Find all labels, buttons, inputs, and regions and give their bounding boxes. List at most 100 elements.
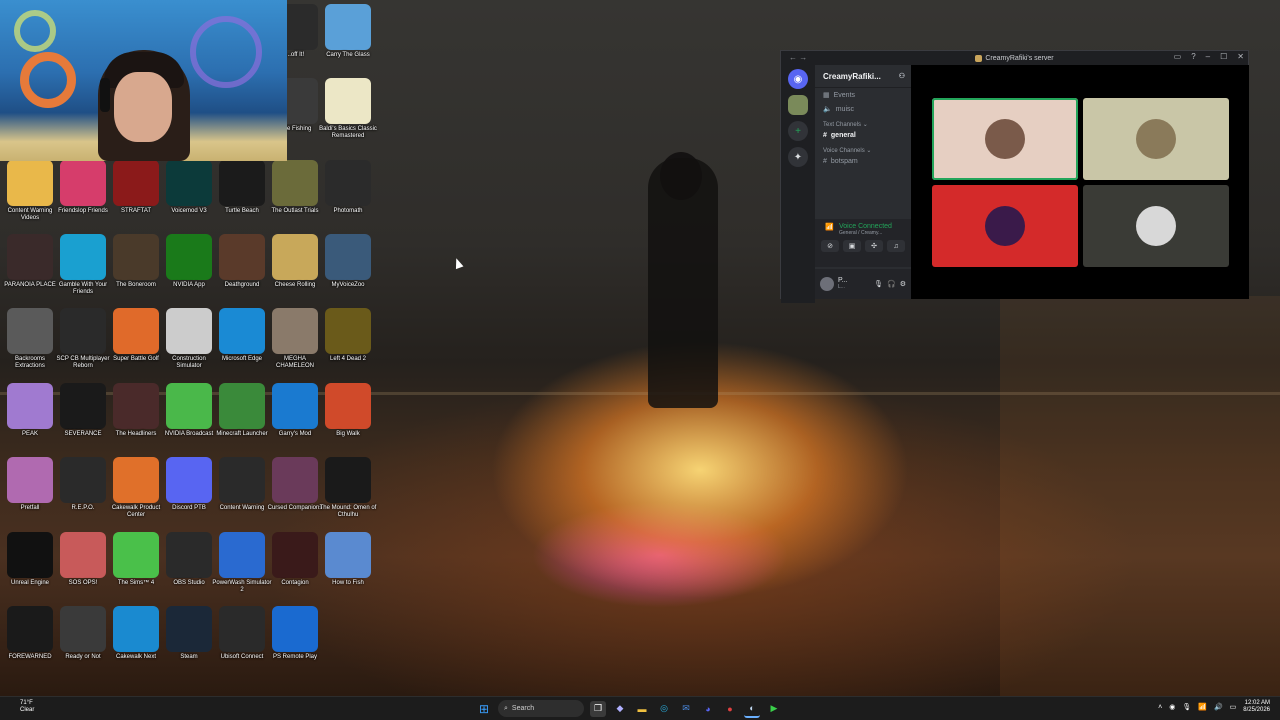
desktop-icon[interactable]: SCP CB Multiplayer Reborn bbox=[57, 308, 109, 370]
windows-start-icon[interactable]: ⊞ bbox=[476, 701, 492, 717]
desktop-icon[interactable]: Content Warning Videos bbox=[4, 160, 56, 222]
settings-gear-icon[interactable]: ⚙ bbox=[900, 280, 906, 288]
discord-window[interactable]: ← → CreamyRafiki's server ▭ ? – ☐ ✕ ◉ + … bbox=[780, 50, 1249, 303]
participant-tile[interactable] bbox=[1083, 98, 1229, 180]
desktop-icon[interactable]: Cakewalk Product Center bbox=[110, 457, 162, 519]
nvidia-taskbar-icon[interactable]: ▶ bbox=[766, 701, 782, 717]
desktop-icon[interactable]: Cursed Companions bbox=[268, 457, 322, 512]
invite-icon[interactable]: ⚇ bbox=[899, 72, 905, 80]
back-forward-icon[interactable]: ← → bbox=[789, 53, 807, 62]
channel-events[interactable]: ▦ Events bbox=[815, 88, 911, 102]
desktop-icon[interactable]: MyVoiceZoo bbox=[322, 234, 374, 289]
wifi-icon[interactable]: 📶 bbox=[1198, 703, 1207, 711]
desktop-icon[interactable]: Carry The Glass bbox=[322, 4, 374, 59]
microphone-icon[interactable]: 🎙 bbox=[1182, 703, 1191, 711]
desktop-icon[interactable]: The Sims™ 4 bbox=[110, 532, 162, 587]
desktop-icon[interactable]: The Mound: Omen of Cthulhu bbox=[320, 457, 376, 519]
maximize-button[interactable]: ☐ bbox=[1220, 52, 1227, 61]
desktop-icon[interactable]: Cakewalk Next bbox=[110, 606, 162, 661]
participant-tile[interactable] bbox=[932, 185, 1078, 267]
add-server-icon[interactable]: + bbox=[788, 121, 808, 141]
microphone-icon[interactable]: 🎙 bbox=[874, 280, 883, 288]
desktop-icon[interactable]: Ready or Not bbox=[57, 606, 109, 661]
desktop-icon[interactable]: The Outlast Trials bbox=[269, 160, 321, 215]
help-icon[interactable]: ? bbox=[1191, 52, 1195, 61]
channel-general[interactable]: # general bbox=[815, 129, 911, 142]
desktop-icon[interactable]: NVIDIA App bbox=[163, 234, 215, 289]
desktop-icon[interactable]: The Boneroom bbox=[110, 234, 162, 289]
desktop-icon[interactable]: Ubisoft Connect bbox=[216, 606, 268, 661]
minimize-button[interactable]: – bbox=[1206, 52, 1210, 61]
discord-taskbar-icon[interactable]: ◕ bbox=[700, 701, 716, 717]
desktop-icon[interactable]: Turtle Beach bbox=[216, 160, 268, 215]
desktop-icon[interactable]: PowerWash Simulator 2 bbox=[212, 532, 272, 594]
category-voice-channels[interactable]: Voice Channels ⌄ bbox=[815, 142, 911, 155]
desktop-icon[interactable]: SOS OPS! bbox=[57, 532, 109, 587]
search-input[interactable]: ⌕ Search bbox=[498, 700, 584, 717]
close-button[interactable]: ✕ bbox=[1237, 52, 1244, 61]
desktop-icon[interactable]: Pretfall bbox=[4, 457, 56, 512]
mail-taskbar-icon[interactable]: ✉ bbox=[678, 701, 694, 717]
desktop-icon[interactable]: Gamble With Your Friends bbox=[57, 234, 109, 296]
chevron-up-icon[interactable]: ˄ bbox=[1158, 704, 1162, 711]
discover-icon[interactable]: ✦ bbox=[788, 147, 808, 167]
edge-taskbar-icon[interactable]: ◎ bbox=[656, 701, 672, 717]
desktop-icon[interactable]: Photomath bbox=[322, 160, 374, 215]
inbox-icon[interactable]: ▭ bbox=[1174, 52, 1182, 61]
avatar[interactable] bbox=[820, 277, 834, 291]
headphones-icon[interactable]: 🎧 bbox=[887, 280, 896, 288]
discord-titlebar[interactable]: ← → CreamyRafiki's server ▭ ? – ☐ ✕ bbox=[781, 51, 1248, 65]
desktop-icon[interactable]: Baldi's Basics Classic Remastered bbox=[319, 78, 377, 140]
file-explorer-icon[interactable]: ▬ bbox=[634, 701, 650, 717]
desktop-icon[interactable]: NVIDIA Broadcast bbox=[163, 383, 215, 438]
desktop-icon[interactable]: Unreal Engine bbox=[4, 532, 56, 587]
desktop-icon[interactable]: Deathground bbox=[216, 234, 268, 289]
desktop-icon[interactable]: Left 4 Dead 2 bbox=[322, 308, 374, 363]
desktop-icon[interactable]: Microsoft Edge bbox=[216, 308, 268, 363]
desktop-icon[interactable]: How to Fish bbox=[322, 532, 374, 587]
category-text-channels[interactable]: Text Channels ⌄ bbox=[815, 116, 911, 129]
participant-tile[interactable] bbox=[1083, 185, 1229, 267]
clock[interactable]: 12:02 AM 8/25/2026 bbox=[1243, 700, 1270, 714]
desktop-icon[interactable]: Construction Simulator bbox=[163, 308, 215, 370]
weather-widget[interactable]: 71°F Clear bbox=[20, 700, 34, 714]
desktop-icon[interactable]: PS Remote Play bbox=[269, 606, 321, 661]
desktop-icon[interactable]: STRAFTAT bbox=[110, 160, 162, 215]
voice-status[interactable]: 📶 Voice Connected bbox=[815, 219, 911, 231]
desktop-icon[interactable]: R.E.P.O. bbox=[57, 457, 109, 512]
volume-icon[interactable]: 🔊 bbox=[1214, 703, 1223, 711]
desktop-icon[interactable]: Minecraft Launcher bbox=[216, 383, 268, 438]
server-header[interactable]: CreamyRafiki... ⚇ bbox=[815, 65, 911, 88]
desktop-icon[interactable]: Contagion bbox=[269, 532, 321, 587]
desktop-icon[interactable]: Friendslop Friends bbox=[57, 160, 109, 215]
desktop-icon[interactable]: FOREWARNED bbox=[4, 606, 56, 661]
desktop-icon[interactable]: Cheese Rolling bbox=[269, 234, 321, 289]
desktop-icon[interactable]: PARANOIA PLACE bbox=[4, 234, 56, 289]
desktop-icon[interactable]: OBS Studio bbox=[163, 532, 215, 587]
voicemod-taskbar-icon[interactable]: ◆ bbox=[612, 701, 628, 717]
battery-icon[interactable]: ▭ bbox=[1230, 703, 1237, 711]
participant-tile[interactable] bbox=[932, 98, 1078, 180]
desktop-icon[interactable]: MEGHA CHAMELEON bbox=[269, 308, 321, 370]
screen-share-icon[interactable]: ▣ bbox=[843, 240, 861, 252]
steam-taskbar-icon[interactable]: ◐ bbox=[744, 700, 760, 718]
desktop-icon[interactable]: Garry's Mod bbox=[269, 383, 321, 438]
desktop-icon[interactable]: Discord PTB bbox=[163, 457, 215, 512]
channel-music[interactable]: 🔈 muisc bbox=[815, 102, 911, 116]
channel-botspam[interactable]: # botspam bbox=[815, 155, 911, 168]
tray-app-icon[interactable]: ◉ bbox=[1169, 703, 1175, 711]
discord-home-icon[interactable]: ◉ bbox=[788, 69, 808, 89]
desktop-icon[interactable]: SEVERANCE bbox=[57, 383, 109, 438]
server-icon-creamyrafiki[interactable] bbox=[788, 95, 808, 115]
desktop-icon[interactable]: Super Battle Golf bbox=[110, 308, 162, 363]
activities-icon[interactable]: ✣ bbox=[865, 240, 883, 252]
task-view-icon[interactable]: ❐ bbox=[590, 700, 606, 717]
desktop-icon[interactable]: Steam bbox=[163, 606, 215, 661]
camera-off-icon[interactable]: ⊘ bbox=[821, 240, 839, 252]
desktop-icon[interactable]: The Headliners bbox=[110, 383, 162, 438]
obs-taskbar-icon[interactable]: ● bbox=[722, 701, 738, 717]
desktop-icon[interactable]: Voicemod V3 bbox=[163, 160, 215, 215]
desktop-icon[interactable]: Backrooms Extractions bbox=[4, 308, 56, 370]
desktop-icon[interactable]: Content Warning bbox=[216, 457, 268, 512]
desktop-icon[interactable]: PEAK bbox=[4, 383, 56, 438]
